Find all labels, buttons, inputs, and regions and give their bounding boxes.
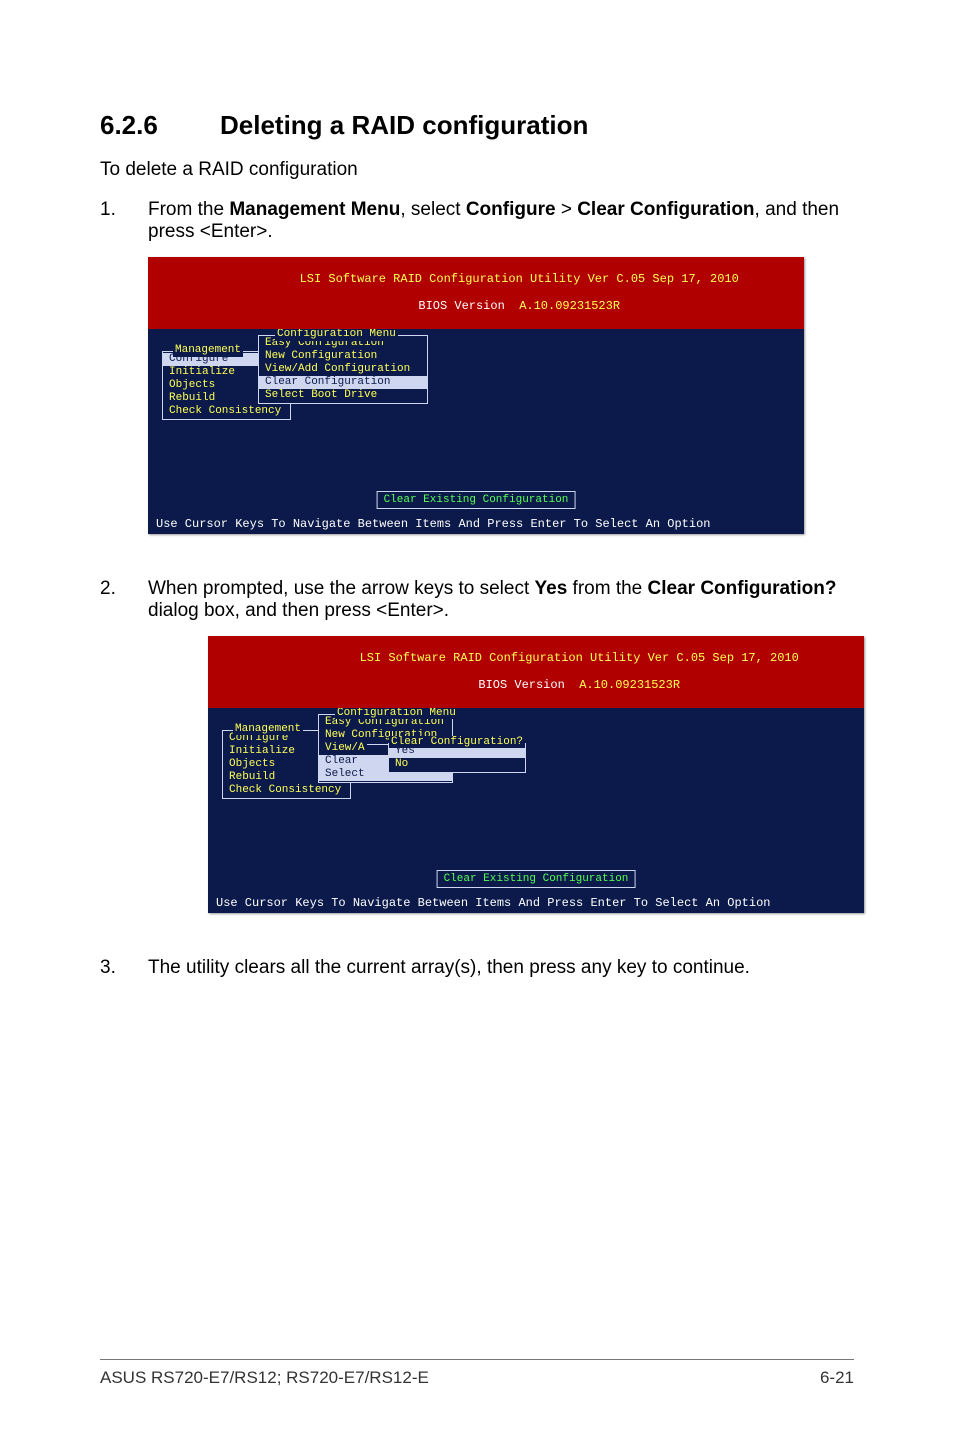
clear-configuration-dialog-label: Clear Configuration?	[389, 736, 525, 749]
cfg-item-new[interactable]: New Configuration	[259, 350, 427, 363]
configuration-menu-box: Configuration Menu Easy Configuration Ne…	[258, 335, 428, 404]
bios-title-bar: LSI Software RAID Configuration Utility …	[148, 257, 804, 329]
management-menu-label: Management	[233, 723, 303, 736]
step-number: 2.	[100, 578, 148, 937]
configuration-menu-label: Configuration Menu	[335, 708, 458, 720]
dialog-option-no[interactable]: No	[389, 758, 525, 771]
bios-footer-help: Use Cursor Keys To Navigate Between Item…	[148, 517, 804, 534]
section-heading: 6.2.6Deleting a RAID configuration	[100, 110, 854, 141]
bios-screenshot-2: LSI Software RAID Configuration Utility …	[208, 636, 864, 913]
mgmt-item-check-consistency[interactable]: Check Consistency	[223, 784, 350, 797]
clear-configuration-dialog: Clear Configuration? Yes No	[388, 743, 526, 773]
bios-screenshot-1: LSI Software RAID Configuration Utility …	[148, 257, 804, 534]
footer-page-number: 6-21	[820, 1368, 854, 1388]
bios-footer-help: Use Cursor Keys To Navigate Between Item…	[208, 896, 864, 913]
step-number: 3.	[100, 957, 148, 979]
bios-status-text: Clear Existing Configuration	[444, 873, 629, 885]
intro-paragraph: To delete a RAID configuration	[100, 159, 854, 181]
cfg-item-select-boot[interactable]: Select Boot Drive	[259, 389, 427, 402]
management-menu-label: Management	[173, 344, 243, 357]
cfg-item-view-add[interactable]: View/Add Configuration	[259, 363, 427, 376]
mgmt-item-check-consistency[interactable]: Check Consistency	[163, 405, 290, 418]
step-2-text: When prompted, use the arrow keys to sel…	[148, 578, 864, 937]
bios-status-text: Clear Existing Configuration	[384, 494, 569, 506]
section-title: Deleting a RAID configuration	[220, 110, 588, 140]
step-1-text: From the Management Menu, select Configu…	[148, 199, 854, 558]
page-footer: ASUS RS720-E7/RS12; RS720-E7/RS12-E 6-21	[100, 1359, 854, 1388]
bios-status-box: Clear Existing Configuration	[377, 491, 576, 509]
cfg-item-clear[interactable]: Clear Configuration	[259, 376, 427, 389]
bios-status-box: Clear Existing Configuration	[437, 870, 636, 888]
step-number: 1.	[100, 199, 148, 558]
footer-left: ASUS RS720-E7/RS12; RS720-E7/RS12-E	[100, 1368, 429, 1388]
step-3-text: The utility clears all the current array…	[148, 957, 854, 979]
section-number: 6.2.6	[100, 110, 220, 141]
configuration-menu-label: Configuration Menu	[275, 329, 398, 341]
bios-title-bar: LSI Software RAID Configuration Utility …	[208, 636, 864, 708]
